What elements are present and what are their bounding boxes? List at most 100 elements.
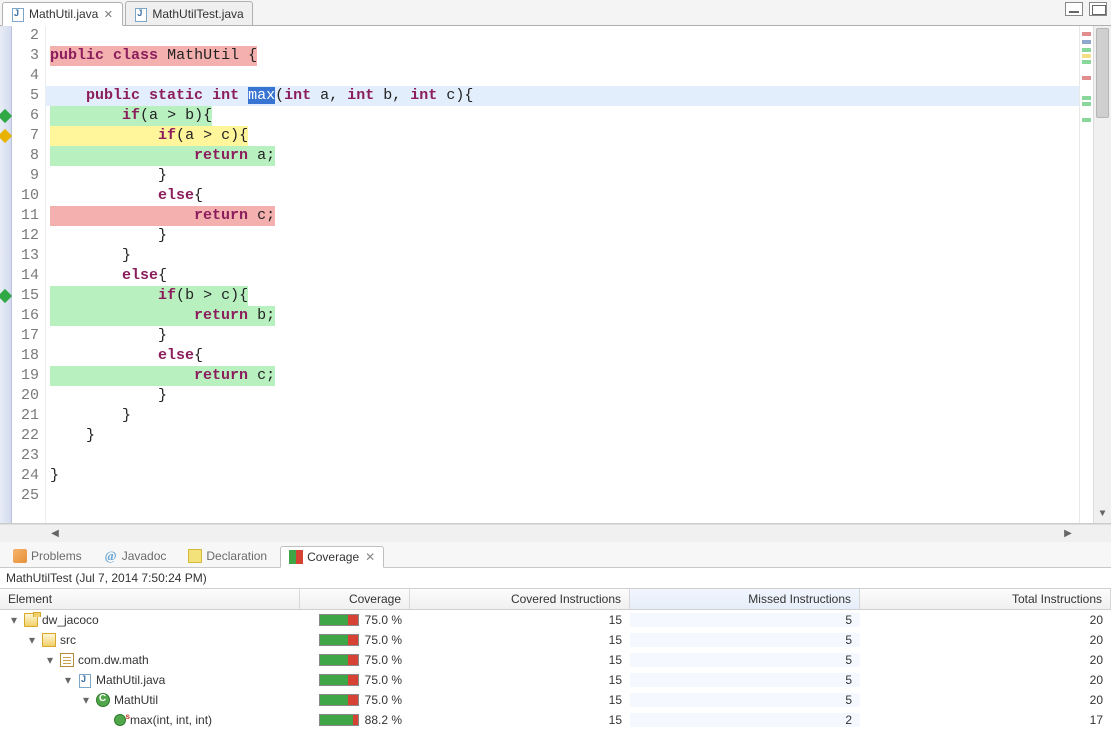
code-line[interactable]: }: [46, 406, 1111, 426]
coverage-ci: 15: [410, 673, 630, 687]
class-icon: [96, 693, 110, 707]
line-number: 5: [12, 86, 39, 106]
tab-mathutiltest[interactable]: MathUtilTest.java: [125, 1, 252, 25]
code-line[interactable]: public static int max(int a, int b, int …: [46, 86, 1111, 106]
coverage-ti: 20: [860, 653, 1111, 667]
javadoc-icon: @: [104, 549, 118, 563]
coverage-mi: 5: [630, 613, 860, 627]
coverage-element-label: MathUtil.java: [96, 673, 165, 687]
line-number: 23: [12, 446, 39, 466]
scroll-down-icon[interactable]: ▼: [1094, 505, 1111, 523]
scroll-right-icon[interactable]: ▶: [1059, 525, 1077, 542]
code-line[interactable]: else{: [46, 346, 1111, 366]
code-line[interactable]: }: [46, 226, 1111, 246]
code-line[interactable]: return c;: [46, 206, 1111, 226]
view-tab-problems[interactable]: Problems: [4, 545, 91, 567]
line-number: 9: [12, 166, 39, 186]
horizontal-scrollbar[interactable]: ◀ ▶: [0, 524, 1111, 542]
close-icon[interactable]: ✕: [102, 8, 114, 20]
view-tab-label: Problems: [31, 549, 82, 563]
coverage-row[interactable]: ▾MathUtil.java75.0 %15520: [0, 670, 1111, 690]
code-line[interactable]: }: [46, 466, 1111, 486]
coverage-row[interactable]: max(int, int, int)88.2 %15217: [0, 710, 1111, 730]
coverage-bar: [319, 714, 359, 726]
coverage-element-label: MathUtil: [114, 693, 158, 707]
coverage-percent: 75.0 %: [365, 693, 402, 707]
code-line[interactable]: [46, 66, 1111, 86]
view-tab-declaration[interactable]: Declaration: [179, 545, 276, 567]
line-number: 24: [12, 466, 39, 486]
col-header-covered[interactable]: Covered Instructions: [410, 589, 630, 609]
coverage-row[interactable]: ▾src75.0 %15520: [0, 630, 1111, 650]
code-line[interactable]: return c;: [46, 366, 1111, 386]
code-line[interactable]: [46, 486, 1111, 506]
coverage-mi: 5: [630, 673, 860, 687]
view-tab-javadoc[interactable]: @ Javadoc: [95, 545, 176, 567]
code-line[interactable]: else{: [46, 186, 1111, 206]
code-line[interactable]: }: [46, 246, 1111, 266]
problems-icon: [13, 549, 27, 563]
view-tab-coverage[interactable]: Coverage ✕: [280, 546, 384, 568]
coverage-ci: 15: [410, 713, 630, 727]
scrollbar-thumb[interactable]: [1096, 28, 1109, 118]
code-line[interactable]: return a;: [46, 146, 1111, 166]
expand-twisty-icon[interactable]: ▾: [44, 653, 56, 667]
col-header-missed[interactable]: Missed Instructions: [630, 589, 860, 609]
line-number: 19: [12, 366, 39, 386]
coverage-bar: [319, 674, 359, 686]
line-number: 8: [12, 146, 39, 166]
code-line[interactable]: else{: [46, 266, 1111, 286]
code-editor[interactable]: 2345678910111213141516171819202122232425…: [0, 26, 1111, 524]
col-header-element[interactable]: Element: [0, 589, 300, 609]
coverage-percent: 75.0 %: [365, 633, 402, 647]
coverage-percent: 88.2 %: [365, 713, 402, 727]
code-content[interactable]: public class MathUtil { public static in…: [46, 26, 1111, 506]
folding-ruler[interactable]: [0, 26, 12, 523]
code-line[interactable]: }: [46, 386, 1111, 406]
coverage-ci: 15: [410, 693, 630, 707]
col-header-total[interactable]: Total Instructions: [860, 589, 1111, 609]
vertical-scrollbar[interactable]: ▲ ▼: [1093, 26, 1111, 523]
minimize-icon[interactable]: [1065, 2, 1083, 16]
coverage-row[interactable]: ▾MathUtil75.0 %15520: [0, 690, 1111, 710]
view-tab-label: Declaration: [206, 549, 267, 563]
expand-twisty-icon[interactable]: ▾: [62, 673, 74, 687]
maximize-icon[interactable]: [1089, 2, 1107, 16]
code-line[interactable]: public class MathUtil {: [46, 46, 1111, 66]
expand-twisty-icon[interactable]: ▾: [8, 613, 20, 627]
col-header-coverage[interactable]: Coverage: [300, 589, 410, 609]
code-line[interactable]: return b;: [46, 306, 1111, 326]
line-number: 10: [12, 186, 39, 206]
code-line[interactable]: if(a > b){: [46, 106, 1111, 126]
coverage-bar: [319, 694, 359, 706]
coverage-ti: 17: [860, 713, 1111, 727]
coverage-mi: 5: [630, 653, 860, 667]
coverage-ci: 15: [410, 613, 630, 627]
close-icon[interactable]: ✕: [365, 550, 375, 564]
coverage-ci: 15: [410, 653, 630, 667]
coverage-row[interactable]: ▾com.dw.math75.0 %15520: [0, 650, 1111, 670]
coverage-bar: [319, 634, 359, 646]
code-line[interactable]: }: [46, 166, 1111, 186]
view-tab-label: Javadoc: [122, 549, 167, 563]
coverage-session-title: MathUtilTest (Jul 7, 2014 7:50:24 PM): [0, 568, 1111, 588]
scroll-left-icon[interactable]: ◀: [46, 525, 64, 542]
code-line[interactable]: }: [46, 326, 1111, 346]
code-line[interactable]: }: [46, 426, 1111, 446]
tab-mathutil[interactable]: MathUtil.java ✕: [2, 2, 123, 26]
line-number: 3: [12, 46, 39, 66]
coverage-row[interactable]: ▾dw_jacoco75.0 %15520: [0, 610, 1111, 630]
code-line[interactable]: if(b > c){: [46, 286, 1111, 306]
coverage-table-body: ▾dw_jacoco75.0 %15520▾src75.0 %15520▾com…: [0, 610, 1111, 730]
expand-twisty-icon[interactable]: ▾: [26, 633, 38, 647]
code-line[interactable]: if(a > c){: [46, 126, 1111, 146]
code-line[interactable]: [46, 446, 1111, 466]
coverage-element-label: dw_jacoco: [42, 613, 99, 627]
coverage-mi: 5: [630, 633, 860, 647]
overview-ruler[interactable]: [1079, 26, 1093, 523]
proj-icon: [24, 613, 38, 627]
coverage-mi: 5: [630, 693, 860, 707]
code-line[interactable]: [46, 26, 1111, 46]
expand-twisty-icon[interactable]: ▾: [80, 693, 92, 707]
line-number: 17: [12, 326, 39, 346]
